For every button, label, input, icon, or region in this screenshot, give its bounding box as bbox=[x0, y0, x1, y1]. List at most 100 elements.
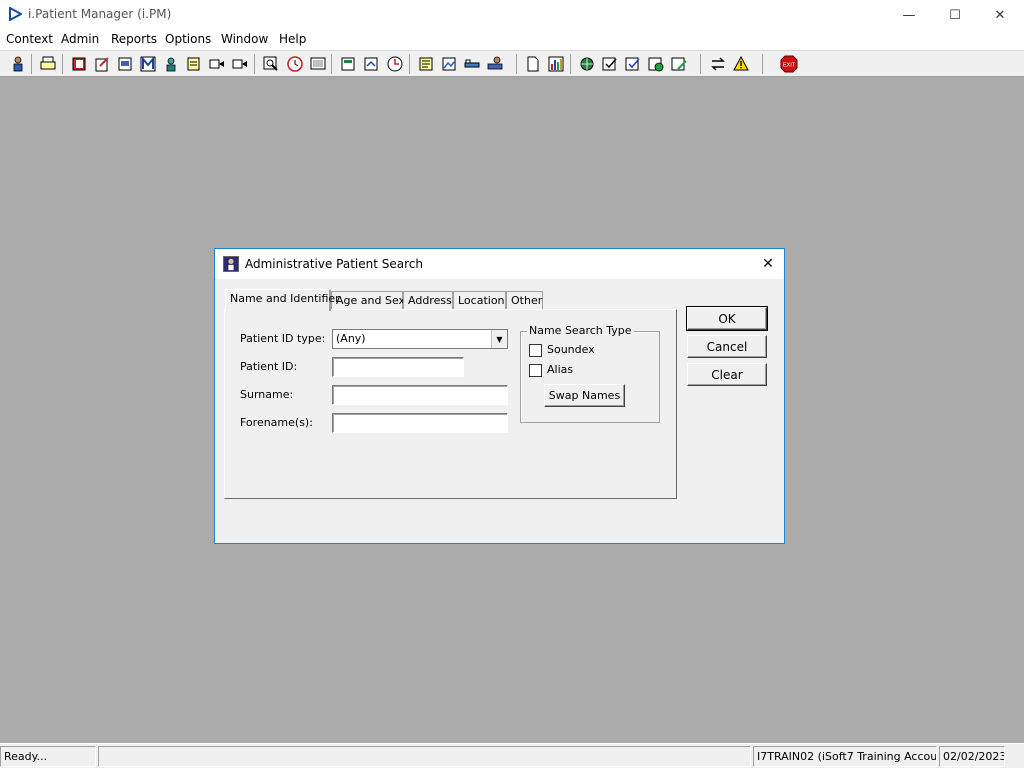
letter-m-icon bbox=[140, 56, 156, 72]
dialog-close-button[interactable]: ✕ bbox=[755, 253, 781, 275]
referral-tool-button[interactable] bbox=[361, 54, 381, 74]
check-list-tool-button[interactable] bbox=[600, 54, 620, 74]
tab-age-and-sex[interactable]: Age and Sex bbox=[331, 291, 405, 310]
close-icon: ✕ bbox=[994, 7, 1006, 23]
patient-id-label: Patient ID: bbox=[240, 360, 298, 373]
surname-label: Surname: bbox=[240, 388, 294, 401]
waiting-list-tool-button[interactable] bbox=[338, 54, 358, 74]
toolbar-separator bbox=[62, 54, 63, 74]
tab-other[interactable]: Other bbox=[506, 291, 543, 310]
bed-tool-button[interactable] bbox=[462, 54, 482, 74]
title-bar: i.Patient Manager (i.PM) — ☐ ✕ bbox=[0, 0, 1024, 30]
import-tool-button[interactable] bbox=[646, 54, 666, 74]
menu-admin[interactable]: Admin bbox=[61, 32, 99, 46]
cancel-button[interactable]: Cancel bbox=[687, 335, 767, 358]
soundex-checkbox[interactable] bbox=[529, 344, 542, 357]
search-icon bbox=[263, 56, 278, 71]
printer-icon bbox=[40, 56, 56, 70]
menu-reports[interactable]: Reports bbox=[111, 32, 157, 46]
chevron-down-icon[interactable]: ▼ bbox=[491, 330, 507, 348]
status-date: 02/02/2023 bbox=[939, 746, 1005, 767]
export-tool-button[interactable] bbox=[669, 54, 689, 74]
checklist-icon bbox=[602, 57, 617, 71]
search-tool-button[interactable] bbox=[261, 54, 281, 74]
approve-tool-button[interactable] bbox=[623, 54, 643, 74]
edit-tool-button[interactable] bbox=[92, 54, 112, 74]
bed-icon bbox=[464, 59, 480, 68]
minimize-button[interactable]: — bbox=[886, 0, 932, 30]
swap-tool-button[interactable] bbox=[708, 54, 728, 74]
close-window-button[interactable]: ✕ bbox=[977, 0, 1023, 30]
exit-text: EXIT bbox=[783, 63, 796, 69]
toolbar-separator bbox=[409, 54, 410, 74]
alert-tool-button[interactable] bbox=[731, 54, 751, 74]
notes-tool-button[interactable] bbox=[184, 54, 204, 74]
import-icon bbox=[648, 57, 664, 72]
alias-label: Alias bbox=[547, 363, 574, 376]
transfer-tool-button[interactable] bbox=[207, 54, 227, 74]
theatre-icon bbox=[487, 56, 503, 70]
dialog-title: Administrative Patient Search bbox=[245, 257, 423, 271]
dialog-title-bar: Administrative Patient Search ✕ bbox=[215, 249, 784, 279]
patient-search-dialog: Administrative Patient Search ✕ Name and… bbox=[214, 248, 785, 544]
toolbar-separator bbox=[570, 54, 571, 74]
approve-icon bbox=[625, 57, 640, 71]
minimize-icon: — bbox=[902, 7, 916, 23]
toolbar-separator bbox=[762, 54, 763, 74]
toolbar-separator bbox=[254, 54, 255, 74]
globe-icon bbox=[580, 57, 594, 71]
status-text: Ready... bbox=[0, 746, 96, 767]
swap-names-button[interactable]: Swap Names bbox=[544, 384, 625, 407]
view-tool-button[interactable] bbox=[115, 54, 135, 74]
schedule-clock-icon bbox=[387, 56, 403, 72]
print-tool-button[interactable] bbox=[38, 54, 58, 74]
theatre-tool-button[interactable] bbox=[485, 54, 505, 74]
clear-button[interactable]: Clear bbox=[687, 363, 767, 386]
exit-icon: EXIT bbox=[780, 55, 798, 73]
report-tool-button[interactable] bbox=[416, 54, 436, 74]
menu-window[interactable]: Window bbox=[221, 32, 268, 46]
schedule-tool-button[interactable] bbox=[385, 54, 405, 74]
monitor-icon bbox=[310, 57, 326, 70]
mail-tool-button[interactable] bbox=[138, 54, 158, 74]
status-bar: Ready... I7TRAIN02 (iSoft7 Training Acco… bbox=[0, 743, 1024, 768]
network-tool-button[interactable] bbox=[577, 54, 597, 74]
surname-input[interactable] bbox=[332, 385, 508, 405]
maximize-icon: ☐ bbox=[949, 7, 961, 23]
toolbar: EXIT bbox=[0, 50, 1024, 77]
tab-location[interactable]: Location bbox=[453, 291, 506, 310]
clock-tool-button[interactable] bbox=[285, 54, 305, 74]
patient-id-type-label: Patient ID type: bbox=[240, 332, 326, 345]
close-icon: ✕ bbox=[762, 256, 774, 272]
record-tool-button[interactable] bbox=[69, 54, 89, 74]
toolbar-separator bbox=[516, 54, 517, 74]
menu-help[interactable]: Help bbox=[279, 32, 306, 46]
menu-context[interactable]: Context bbox=[6, 32, 53, 46]
toolbar-separator bbox=[331, 54, 332, 74]
forename-input[interactable] bbox=[332, 413, 508, 433]
menu-bar: Context Admin Reports Options Window Hel… bbox=[0, 30, 1024, 50]
person-icon bbox=[13, 56, 23, 72]
discharge-icon bbox=[232, 59, 247, 69]
patient-id-input[interactable] bbox=[332, 357, 464, 377]
image-tool-button[interactable] bbox=[439, 54, 459, 74]
monitor-tool-button[interactable] bbox=[308, 54, 328, 74]
patient-search-tool-button[interactable] bbox=[8, 54, 28, 74]
status-account: I7TRAIN02 (iSoft7 Training Account) bbox=[753, 746, 937, 767]
menu-options[interactable]: Options bbox=[165, 32, 211, 46]
clock-icon bbox=[287, 56, 303, 72]
edit-document-icon bbox=[95, 57, 109, 72]
name-search-type-title: Name Search Type bbox=[527, 324, 634, 337]
document-tool-button[interactable] bbox=[523, 54, 543, 74]
exit-tool-button[interactable]: EXIT bbox=[779, 54, 799, 74]
patient-id-type-select[interactable]: (Any) ▼ bbox=[332, 329, 508, 349]
statistics-tool-button[interactable] bbox=[546, 54, 566, 74]
app-logo-icon bbox=[9, 7, 22, 21]
tab-address[interactable]: Address bbox=[403, 291, 453, 310]
clinician-tool-button[interactable] bbox=[161, 54, 181, 74]
alias-checkbox[interactable] bbox=[529, 364, 542, 377]
tab-name-and-identifier[interactable]: Name and Identifier bbox=[225, 289, 340, 311]
maximize-button[interactable]: ☐ bbox=[932, 0, 978, 30]
discharge-tool-button[interactable] bbox=[230, 54, 250, 74]
ok-button[interactable]: OK bbox=[686, 306, 768, 331]
